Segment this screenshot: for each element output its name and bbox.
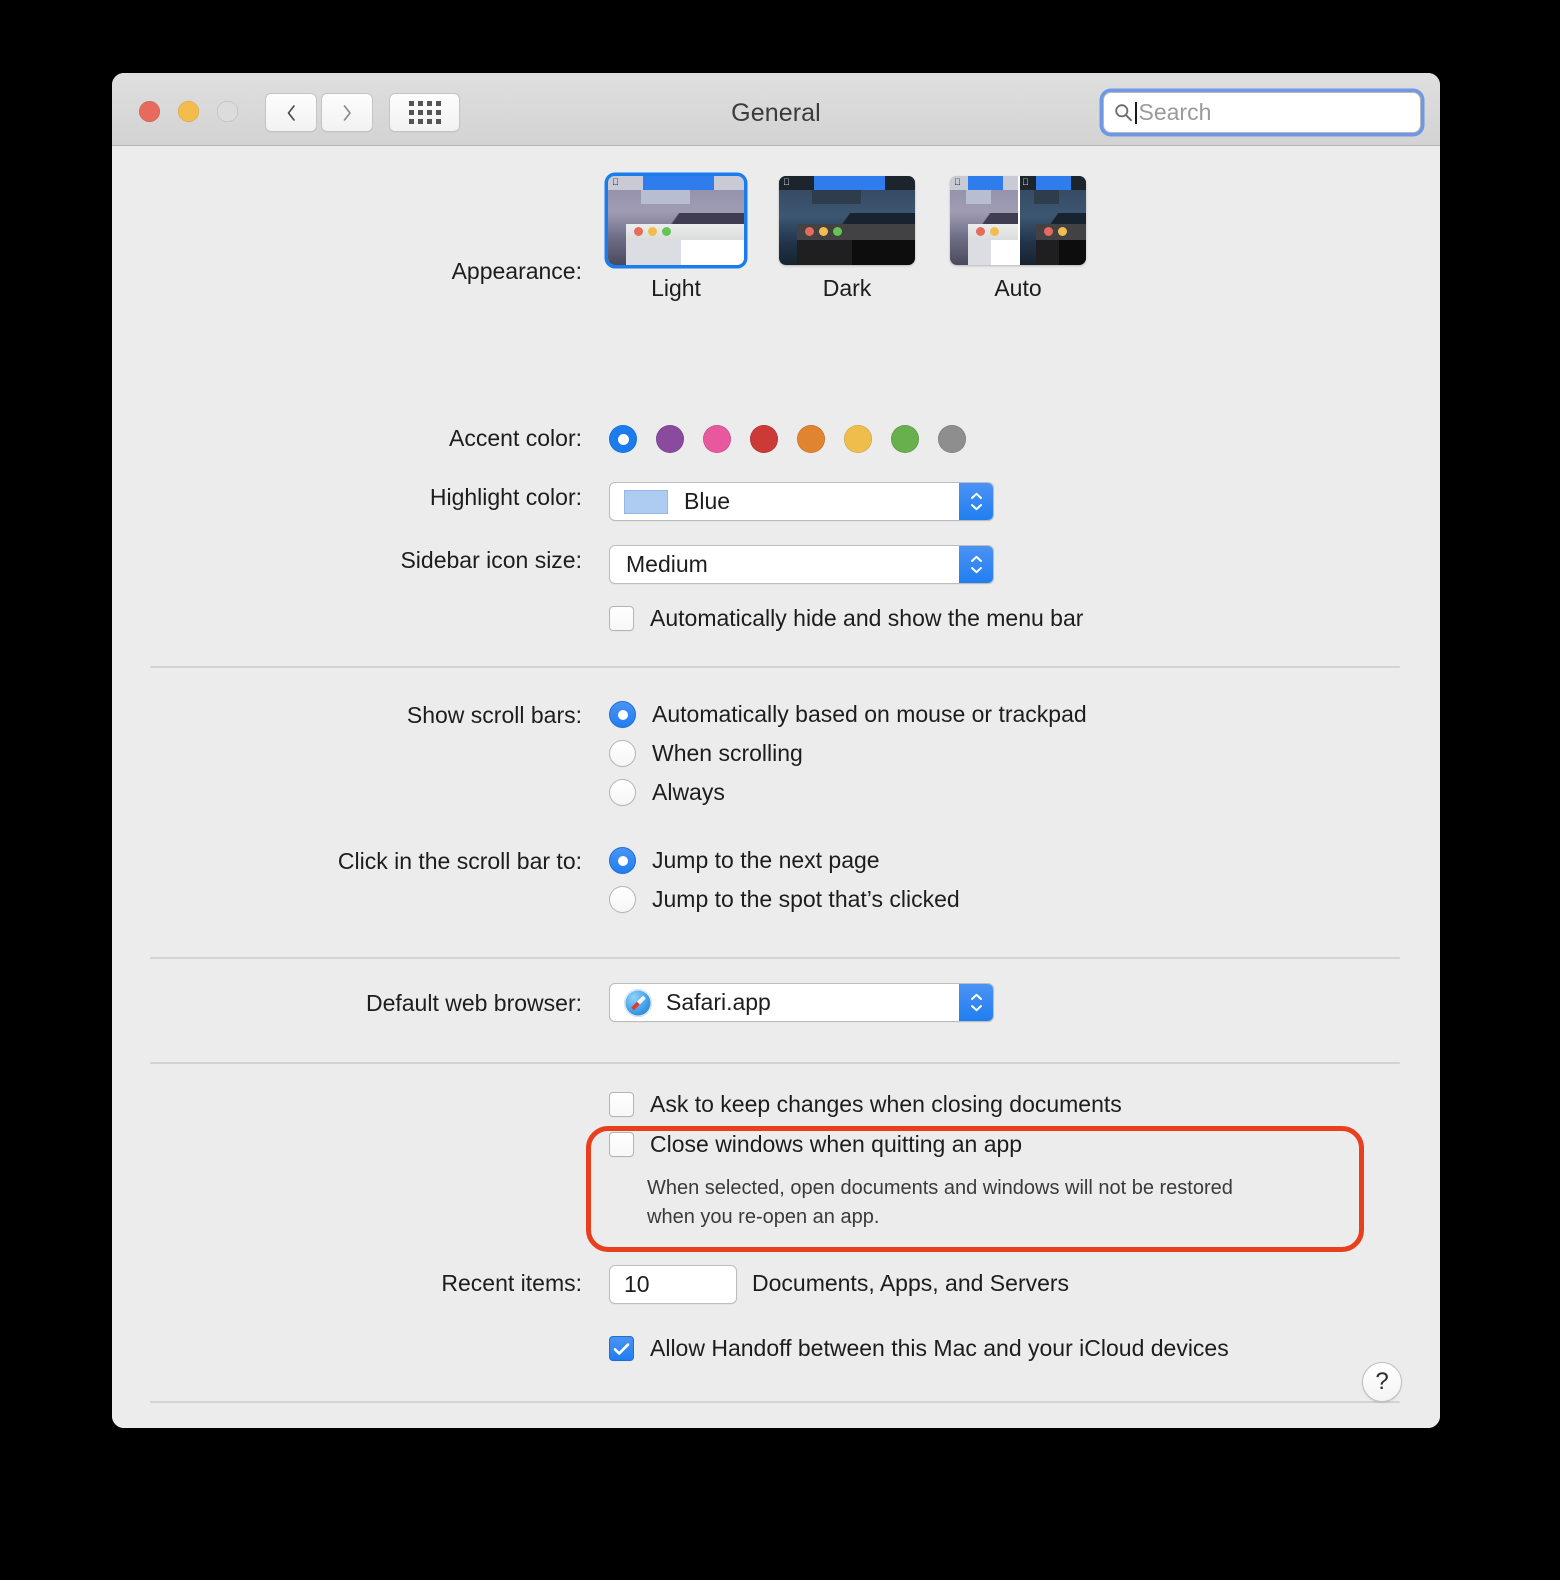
- accent-color-swatches: [609, 425, 985, 453]
- auto-hide-menu-bar-checkbox[interactable]: [609, 606, 634, 631]
- allow-handoff-label: Allow Handoff between this Mac and your …: [650, 1335, 1229, 1361]
- sidebar-icon-size-popup[interactable]: Medium: [609, 545, 994, 584]
- show-scroll-bars-option-auto[interactable]: Automatically based on mouse or trackpad: [609, 701, 1087, 728]
- radio-when-scrolling-label: When scrolling: [652, 740, 803, 766]
- section-divider: [150, 1401, 1400, 1403]
- highlight-color-label: Highlight color:: [429, 484, 582, 510]
- section-divider: [150, 1062, 1400, 1064]
- recent-items-value[interactable]: 10: [624, 1271, 650, 1298]
- help-text-line-1: When selected, open documents and window…: [647, 1177, 1233, 1199]
- auto-hide-menu-bar-label: Automatically hide and show the menu bar: [650, 605, 1084, 631]
- accent-swatch-pink[interactable]: [703, 425, 731, 453]
- allow-handoff-row[interactable]: Allow Handoff between this Mac and your …: [609, 1335, 1229, 1362]
- sidebar-icon-size-value: Medium: [626, 551, 708, 577]
- text-caret: [1135, 101, 1137, 124]
- chevron-updown-icon[interactable]: [959, 984, 993, 1021]
- appearance-label-auto: Auto: [994, 275, 1042, 301]
- show-scroll-bars-label-row: Show scroll bars:: [112, 702, 582, 729]
- radio-jump-next-page-label: Jump to the next page: [652, 847, 880, 873]
- show-scroll-bars-option-when-scrolling[interactable]: When scrolling: [609, 740, 803, 767]
- checkmark-icon: [613, 1342, 630, 1355]
- radio-jump-spot-clicked-label: Jump to the spot that’s clicked: [652, 886, 960, 912]
- accent-swatch-graphite[interactable]: [938, 425, 966, 453]
- default-web-browser-value: Safari.app: [666, 989, 771, 1015]
- radio-when-scrolling[interactable]: [609, 740, 636, 767]
- accent-swatch-green[interactable]: [891, 425, 919, 453]
- click-scroll-bar-label: Click in the scroll bar to:: [337, 848, 582, 874]
- auto-hide-menu-bar-row[interactable]: Automatically hide and show the menu bar: [609, 605, 1083, 632]
- recent-items-label-row: Recent items:: [112, 1270, 582, 1297]
- chevron-updown-icon[interactable]: [959, 546, 993, 583]
- sidebar-icon-size-label-row: Sidebar icon size:: [112, 547, 582, 574]
- apple-logo-icon: : [612, 178, 619, 187]
- recent-items-suffix: Documents, Apps, and Servers: [752, 1270, 1070, 1296]
- radio-automatic-label: Automatically based on mouse or trackpad: [652, 701, 1087, 727]
- default-web-browser-label: Default web browser:: [365, 990, 582, 1016]
- safari-icon: [624, 988, 652, 1017]
- ask-keep-changes-label: Ask to keep changes when closing documen…: [650, 1091, 1122, 1117]
- default-web-browser-label-row: Default web browser:: [112, 990, 582, 1017]
- search-input[interactable]: Search: [1139, 99, 1212, 126]
- window-toolbar: General Search: [112, 73, 1440, 146]
- stepper-arrows-icon[interactable]: [650, 1276, 688, 1294]
- show-scroll-bars-label: Show scroll bars:: [406, 702, 582, 728]
- accent-swatch-red[interactable]: [750, 425, 778, 453]
- system-preferences-window: General Search Appearance: : [112, 73, 1440, 1428]
- help-button-label: ?: [1375, 1368, 1389, 1395]
- default-web-browser-popup[interactable]: Safari.app: [609, 983, 994, 1022]
- accent-swatch-purple[interactable]: [656, 425, 684, 453]
- appearance-thumbnail-dark[interactable]: : [779, 176, 915, 265]
- section-divider: [150, 666, 1400, 668]
- highlight-color-value: Blue: [684, 488, 731, 514]
- click-scroll-bar-option-spot-clicked[interactable]: Jump to the spot that’s clicked: [609, 886, 960, 913]
- radio-always-label: Always: [652, 779, 725, 805]
- section-divider: [150, 957, 1400, 959]
- appearance-thumbnail-light[interactable]: : [608, 176, 744, 265]
- appearance-label-light: Light: [651, 275, 701, 301]
- accent-color-label-row: Accent color:: [112, 425, 582, 452]
- apple-logo-icon: : [954, 178, 961, 187]
- click-scroll-bar-label-row: Click in the scroll bar to:: [112, 848, 582, 875]
- close-windows-quitting-help-text: When selected, open documents and window…: [647, 1174, 1347, 1232]
- click-scroll-bar-option-next-page[interactable]: Jump to the next page: [609, 847, 880, 874]
- help-text-line-2: when you re-open an app.: [647, 1206, 880, 1228]
- appearance-option-auto[interactable]:  : [950, 176, 1086, 302]
- allow-handoff-checkbox[interactable]: [609, 1336, 634, 1361]
- accent-color-label: Accent color:: [449, 425, 582, 451]
- chevron-updown-icon[interactable]: [959, 483, 993, 520]
- appearance-label-row: Appearance:: [112, 258, 582, 285]
- radio-automatic[interactable]: [609, 701, 636, 728]
- appearance-option-light[interactable]:  Light: [608, 176, 744, 302]
- recent-items-label: Recent items:: [441, 1270, 582, 1296]
- highlight-color-label-row: Highlight color:: [112, 484, 582, 511]
- highlight-color-chip: [624, 489, 668, 514]
- apple-logo-icon: : [1022, 178, 1029, 187]
- help-button[interactable]: ?: [1362, 1362, 1402, 1402]
- preferences-body: Appearance: : [112, 146, 1440, 1428]
- search-icon: [1115, 104, 1132, 122]
- radio-jump-next-page[interactable]: [609, 847, 636, 874]
- accent-swatch-orange[interactable]: [797, 425, 825, 453]
- sidebar-icon-size-label: Sidebar icon size:: [400, 547, 582, 573]
- close-windows-quitting-label: Close windows when quitting an app: [650, 1131, 1023, 1157]
- radio-jump-spot-clicked[interactable]: [609, 886, 636, 913]
- recent-items-suffix-row: Documents, Apps, and Servers: [752, 1270, 1069, 1297]
- close-windows-quitting-checkbox[interactable]: [609, 1132, 634, 1157]
- accent-swatch-blue[interactable]: [609, 425, 637, 453]
- search-field[interactable]: Search: [1103, 92, 1421, 133]
- close-windows-quitting-row[interactable]: Close windows when quitting an app: [609, 1131, 1022, 1158]
- appearance-option-dark[interactable]:  Dark: [779, 176, 915, 302]
- radio-always[interactable]: [609, 779, 636, 806]
- appearance-thumbnail-auto[interactable]:  : [950, 176, 1086, 265]
- highlight-color-popup[interactable]: Blue: [609, 482, 994, 521]
- appearance-label-dark: Dark: [822, 275, 872, 301]
- apple-logo-icon: : [783, 178, 790, 187]
- ask-keep-changes-row[interactable]: Ask to keep changes when closing documen…: [609, 1091, 1122, 1118]
- show-scroll-bars-option-always[interactable]: Always: [609, 779, 725, 806]
- recent-items-stepper[interactable]: 10: [609, 1265, 737, 1304]
- accent-swatch-yellow[interactable]: [844, 425, 872, 453]
- appearance-label: Appearance:: [451, 258, 582, 284]
- ask-keep-changes-checkbox[interactable]: [609, 1092, 634, 1117]
